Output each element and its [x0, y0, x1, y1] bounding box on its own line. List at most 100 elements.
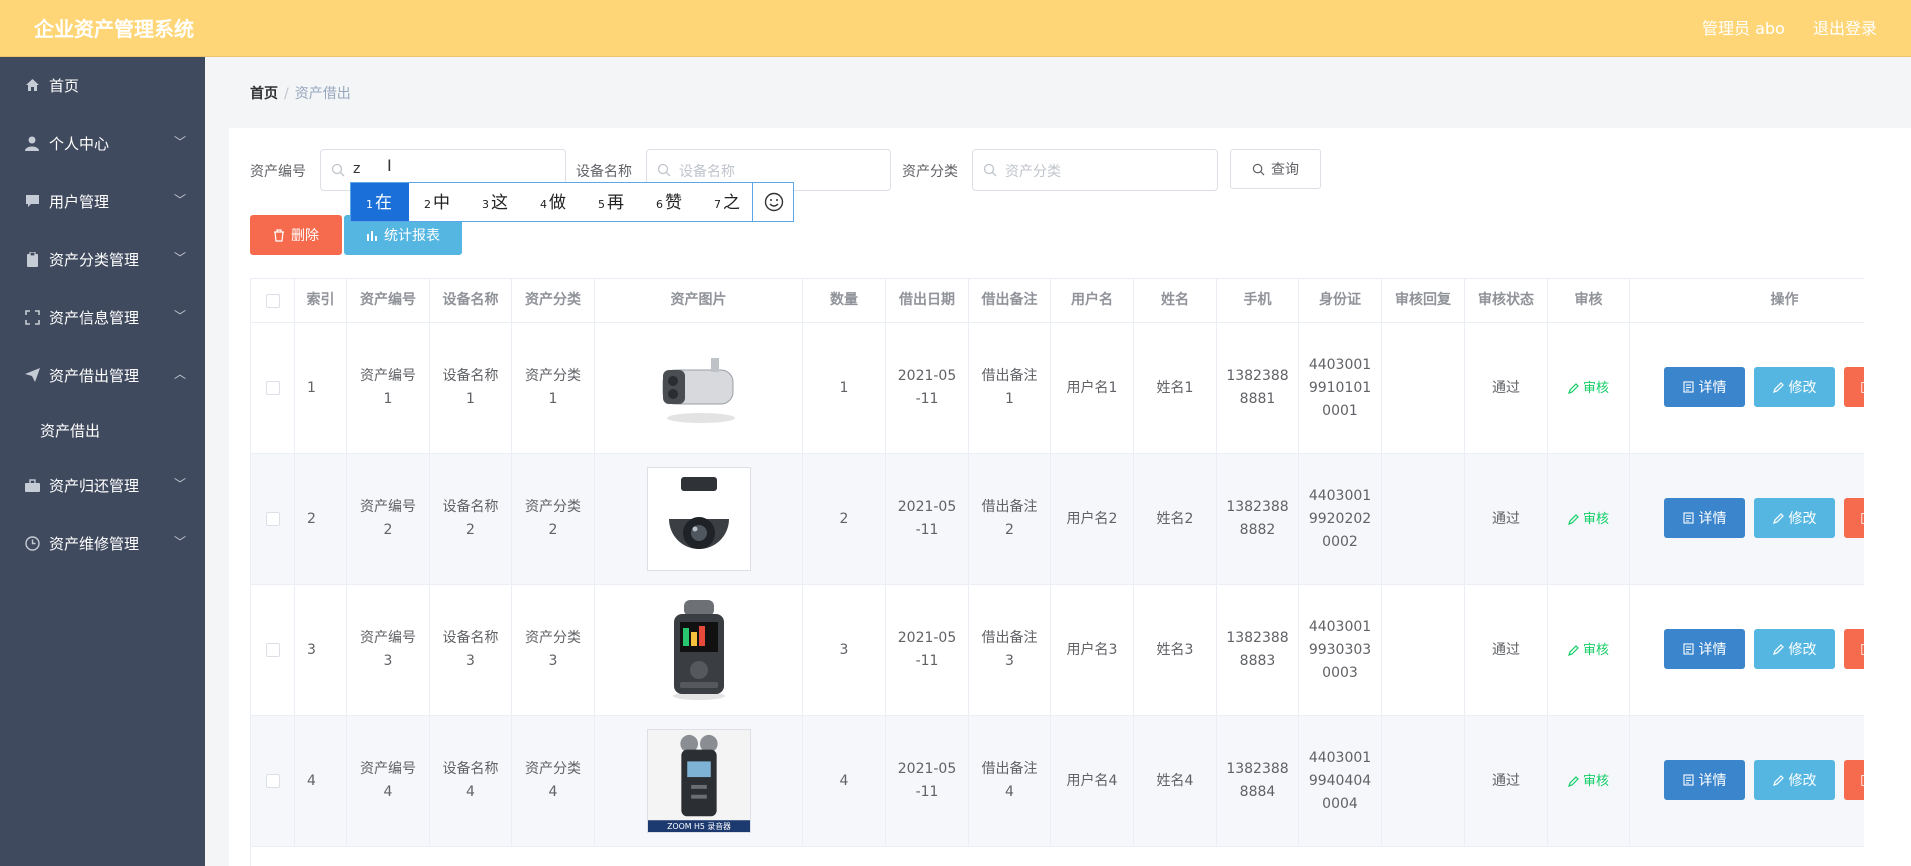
asset-no-label: 资产编号 — [250, 164, 306, 180]
column-header[interactable]: 身份证 — [1299, 279, 1382, 322]
chevron-down-icon: ﹀ — [174, 309, 187, 323]
edit-button[interactable]: 修改 — [1754, 498, 1835, 538]
column-header[interactable]: 姓名 — [1134, 279, 1217, 322]
asset-image[interactable] — [664, 598, 734, 702]
column-header[interactable]: 审核状态 — [1465, 279, 1548, 322]
column-header[interactable]: 审核 — [1548, 279, 1630, 322]
row-checkbox[interactable] — [265, 643, 280, 657]
column-header[interactable]: 审核回复 — [1382, 279, 1465, 322]
delete-button[interactable]: 删除 — [250, 215, 342, 255]
logout-button[interactable]: 退出登录 — [1813, 15, 1877, 39]
image-caption: ZOOM H5 录音器 — [667, 821, 731, 831]
column-header[interactable]: 借出备注 — [969, 279, 1051, 322]
detail-button[interactable]: 详情 — [1664, 629, 1745, 669]
breadcrumb-current: 资产借出 — [294, 86, 351, 102]
detail-button[interactable]: 详情 — [1664, 498, 1745, 538]
edit-button[interactable]: 修改 — [1754, 629, 1835, 669]
audit-button[interactable]: 审核 — [1568, 377, 1609, 400]
table-cell-idcard: 4403001 9940404 0004 — [1299, 716, 1382, 846]
table-cell-index: 4 — [295, 716, 347, 846]
sidebar-item-asset-category[interactable]: 资产分类管理 ﹀ — [0, 231, 205, 289]
sidebar-item-asset-return[interactable]: 资产归还管理 ﹀ — [0, 457, 205, 515]
audit-button[interactable]: 审核 — [1568, 639, 1609, 662]
row-checkbox[interactable] — [265, 512, 280, 526]
sidebar: 首页 个人中心 ﹀ 用户管理 ﹀ 资产分类管理 ﹀ 资产信息管理 ﹀ 资产借出管… — [0, 57, 205, 866]
sidebar-item-asset-info[interactable]: 资产信息管理 ﹀ — [0, 289, 205, 347]
detail-button[interactable]: 详情 — [1664, 367, 1745, 407]
table-cell-note: 借出备注 1 — [969, 323, 1051, 453]
sidebar-item-label: 个人中心 — [49, 135, 110, 153]
delete-row-button[interactable]: ▯ — [1844, 760, 1864, 800]
table-cell-qty: 4 — [803, 716, 886, 846]
ime-candidate[interactable]: 5再 — [583, 183, 641, 221]
breadcrumb: 首页 / 资产借出 — [250, 83, 351, 103]
ime-candidate[interactable]: 4做 — [525, 183, 583, 221]
table-cell-phone: 1382388 8881 — [1217, 323, 1299, 453]
category-placeholder: 资产分类 — [1005, 164, 1061, 180]
edit-button[interactable]: 修改 — [1754, 367, 1835, 407]
edit-button[interactable]: 修改 — [1754, 760, 1835, 800]
edit-icon — [1772, 643, 1784, 655]
sidebar-item-label: 资产信息管理 — [49, 309, 140, 327]
table-cell-username: 用户名2 — [1051, 454, 1134, 584]
column-header[interactable]: 资产分类 — [512, 279, 595, 322]
delete-row-button[interactable]: ▯ — [1844, 367, 1864, 407]
delete-row-button[interactable]: ▯ — [1844, 498, 1864, 538]
chat-icon — [24, 193, 40, 209]
row-checkbox[interactable] — [265, 381, 280, 395]
chevron-down-icon: ﹀ — [174, 251, 187, 265]
smile-icon[interactable] — [752, 183, 794, 221]
detail-button[interactable]: 详情 — [1664, 760, 1745, 800]
sidebar-item-asset-lending[interactable]: 资产借出管理 ︿ — [0, 347, 205, 405]
sidebar-item-users[interactable]: 用户管理 ﹀ — [0, 173, 205, 231]
ime-candidate[interactable]: 6赞 — [641, 183, 699, 221]
search-icon — [657, 163, 671, 177]
send-icon — [24, 367, 40, 383]
table-cell-status: 通过 — [1465, 585, 1548, 715]
asset-no-value: z — [353, 161, 361, 177]
edit-icon — [1772, 774, 1784, 786]
ime-candidate[interactable]: 7之 — [699, 183, 757, 221]
column-header[interactable]: 资产编号 — [347, 279, 430, 322]
column-header[interactable]: 数量 — [803, 279, 886, 322]
column-header[interactable]: 借出日期 — [886, 279, 969, 322]
select-all-checkbox[interactable] — [265, 293, 280, 308]
column-header[interactable]: 设备名称 — [430, 279, 512, 322]
sidebar-item-home[interactable]: 首页 — [0, 57, 205, 115]
column-header[interactable]: 索引 — [295, 279, 347, 322]
table-cell-qty: 1 — [803, 323, 886, 453]
query-button[interactable]: 查询 — [1230, 149, 1321, 189]
document-icon — [1682, 381, 1694, 393]
column-header[interactable]: 手机 — [1217, 279, 1299, 322]
column-header[interactable]: 用户名 — [1051, 279, 1134, 322]
audit-button[interactable]: 审核 — [1568, 508, 1609, 531]
column-header[interactable]: 资产图片 — [595, 279, 803, 322]
ime-candidate[interactable]: 2中 — [409, 183, 467, 221]
asset-image[interactable] — [646, 467, 751, 571]
ime-candidate-bar: 1在 2中 3这 4做 5再 6赞 7之 — [350, 182, 794, 222]
category-input[interactable]: 资产分类 — [972, 149, 1218, 191]
table-cell-device: 设备名称 2 — [430, 454, 512, 584]
audit-button[interactable]: 审核 — [1568, 770, 1609, 793]
edit-icon — [1568, 382, 1579, 394]
asset-image[interactable] — [651, 348, 747, 428]
sidebar-item-profile[interactable]: 个人中心 ﹀ — [0, 115, 205, 173]
delete-row-button[interactable]: ▯ — [1844, 629, 1864, 669]
audit-cell: 审核 — [1548, 323, 1630, 453]
row-checkbox[interactable] — [265, 774, 280, 788]
top-bar: 企业资产管理系统 管理员 abo 退出登录 — [0, 0, 1911, 57]
ime-candidate[interactable]: 1在 — [351, 183, 409, 221]
table-cell-date: 2021-05 -11 — [886, 323, 969, 453]
sidebar-subitem-asset-lending[interactable]: 资产借出 — [0, 405, 205, 457]
asset-image[interactable]: ZOOM H5 录音器 — [646, 729, 751, 833]
sidebar-item-asset-repair[interactable]: 资产维修管理 ﹀ — [0, 515, 205, 573]
breadcrumb-separator: / — [284, 86, 289, 102]
chevron-down-icon: ﹀ — [174, 535, 187, 549]
table-row: 4 资产编号 4 设备名称 4 资产分类 4 ZOOM H5 录音器 4 2021-05 -… — [251, 716, 1864, 847]
sidebar-item-label: 首页 — [49, 77, 80, 95]
ime-candidate[interactable]: 3这 — [467, 183, 525, 221]
table-cell-note: 借出备注 4 — [969, 716, 1051, 846]
app-title: 企业资产管理系统 — [34, 17, 194, 41]
column-header[interactable]: 操作 — [1630, 279, 1864, 322]
breadcrumb-home[interactable]: 首页 — [250, 86, 278, 102]
